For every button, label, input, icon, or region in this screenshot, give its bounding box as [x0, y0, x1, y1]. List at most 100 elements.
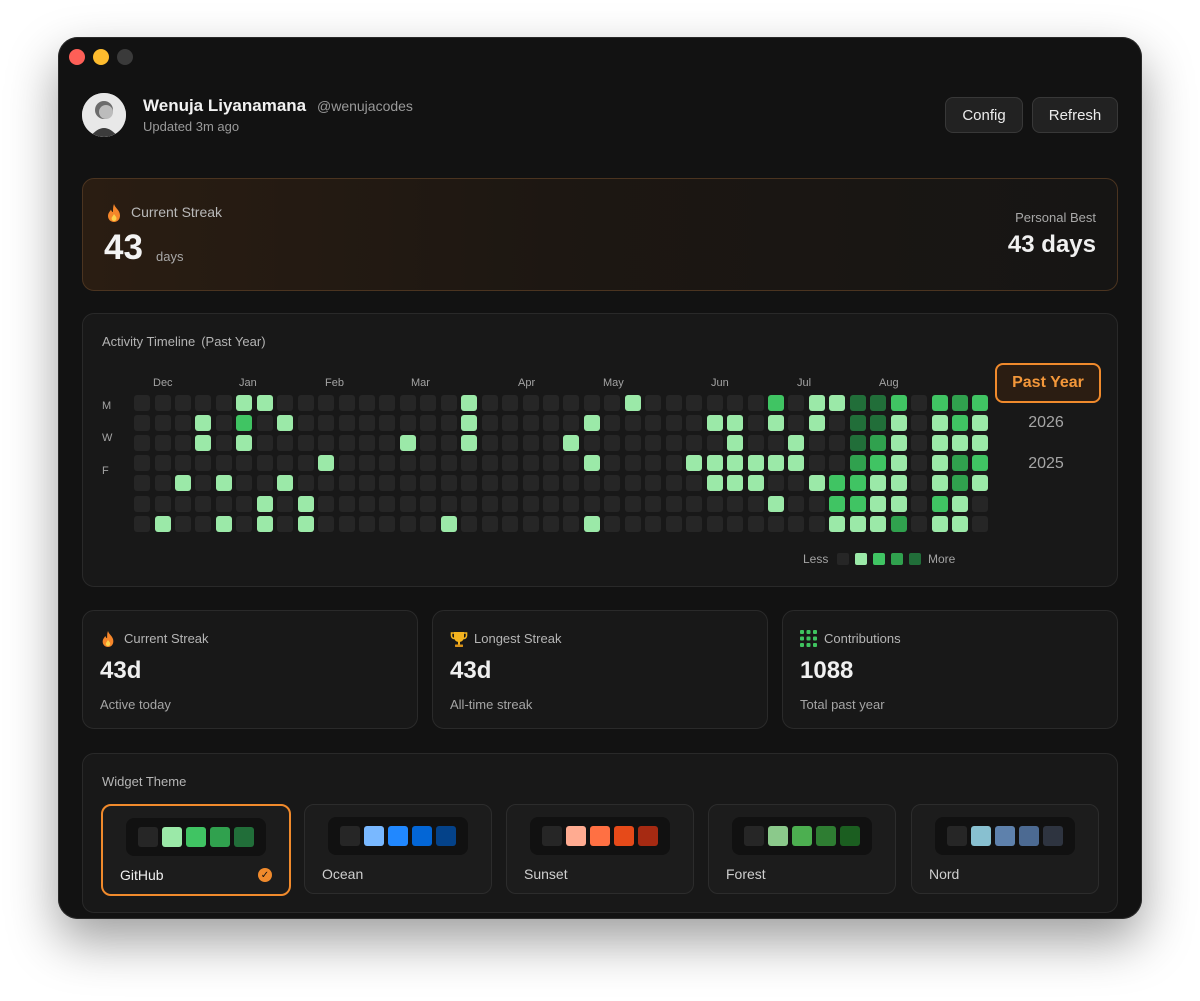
heatmap-cell — [624, 415, 641, 432]
heatmap-cell — [645, 415, 662, 432]
config-button[interactable]: Config — [945, 97, 1023, 133]
heatmap-cell — [849, 435, 866, 452]
heatmap-cell — [890, 455, 907, 472]
legend-swatch — [855, 553, 867, 565]
heatmap-cell — [502, 455, 519, 472]
heatmap-cell — [604, 495, 621, 512]
heatmap-cell — [870, 415, 887, 432]
swatch — [436, 826, 456, 846]
swatch — [638, 826, 658, 846]
heatmap-cell — [461, 435, 478, 452]
heatmap-cell — [665, 435, 682, 452]
widget-theme-title: Widget Theme — [102, 774, 187, 789]
heatmap-cell — [420, 455, 437, 472]
minimize-window-button[interactable] — [93, 49, 109, 65]
heatmap-cell — [379, 495, 396, 512]
heatmap-cell — [440, 515, 457, 532]
heatmap-cell — [338, 395, 355, 411]
heatmap-cell — [256, 415, 273, 432]
heatmap-cell — [154, 395, 171, 411]
theme-option-nord[interactable]: Nord — [911, 804, 1099, 894]
heatmap-cell — [747, 395, 764, 411]
heatmap-cell — [972, 495, 989, 512]
heatmap-cell — [911, 515, 928, 532]
contribution-heatmap: Dec Jan Feb Mar Apr May Jun Jul Aug M W … — [83, 314, 989, 586]
heatmap-cell — [583, 515, 600, 532]
heatmap-cell — [154, 435, 171, 452]
heatmap-cell — [277, 475, 294, 492]
heatmap-cell — [972, 515, 989, 532]
heatmap-cell — [134, 395, 150, 411]
heatmap-cell — [215, 495, 232, 512]
legend-less-label: Less — [803, 552, 829, 566]
theme-option-forest[interactable]: Forest — [708, 804, 896, 894]
theme-option-sunset[interactable]: Sunset — [506, 804, 694, 894]
heatmap-cell — [686, 475, 703, 492]
heatmap-cell — [665, 515, 682, 532]
heatmap-cell — [931, 455, 948, 472]
maximize-window-button[interactable] — [117, 49, 133, 65]
heatmap-cell — [256, 515, 273, 532]
heatmap-cell — [563, 455, 580, 472]
heatmap-cell — [952, 475, 968, 492]
heatmap-cell — [808, 475, 825, 492]
heatmap-cell — [297, 415, 314, 432]
stat-card-contributions: Contributions 1088 Total past year — [782, 610, 1118, 729]
heatmap-cell — [338, 475, 355, 492]
close-window-button[interactable] — [69, 49, 85, 65]
heatmap-cell — [645, 435, 662, 452]
heatmap-cell — [440, 495, 457, 512]
range-2026[interactable]: 2026 — [995, 405, 1097, 441]
heatmap-cell — [808, 515, 825, 532]
month-label: Mar — [411, 377, 430, 389]
range-2025[interactable]: 2025 — [995, 446, 1097, 482]
heatmap-cell — [502, 475, 519, 492]
heatmap-cell — [522, 455, 539, 472]
heatmap-cell — [481, 415, 498, 432]
month-label: May — [603, 377, 624, 389]
heatmap-cell — [277, 395, 294, 411]
theme-option-github[interactable]: GitHub ✓ — [101, 804, 291, 896]
heatmap-cell — [808, 455, 825, 472]
heatmap-cell — [256, 495, 273, 512]
heatmap-cell — [952, 395, 968, 411]
heatmap-cell — [931, 495, 948, 512]
heatmap-cell — [890, 495, 907, 512]
heatmap-cell — [686, 495, 703, 512]
heatmap-cell — [420, 435, 437, 452]
heatmap-cell — [358, 415, 375, 432]
heatmap-cell — [440, 395, 457, 411]
heatmap-cell — [563, 415, 580, 432]
heatmap-cell — [972, 435, 989, 452]
heatmap-cell — [604, 515, 621, 532]
refresh-button[interactable]: Refresh — [1032, 97, 1118, 133]
heatmap-cell — [727, 475, 743, 492]
heatmap-cell — [911, 455, 928, 472]
heatmap-cell — [808, 395, 825, 411]
heatmap-cell — [767, 455, 784, 472]
swatch — [768, 826, 788, 846]
heatmap-cell — [236, 495, 253, 512]
heatmap-cell — [767, 475, 784, 492]
heatmap-cell — [481, 435, 498, 452]
legend-more-label: More — [928, 552, 956, 566]
heatmap-cell — [583, 455, 600, 472]
heatmap-cell — [399, 435, 416, 452]
heatmap-cell — [134, 475, 150, 492]
activity-timeline-card: Activity Timeline (Past Year) Dec Jan Feb… — [82, 313, 1118, 587]
heatmap-cell — [972, 395, 989, 411]
heatmap-cell — [134, 435, 150, 452]
heatmap-cell — [604, 475, 621, 492]
theme-option-ocean[interactable]: Ocean — [304, 804, 492, 894]
user-name: Wenuja Liyanamana — [143, 96, 307, 115]
swatch — [995, 826, 1015, 846]
heatmap-cell — [358, 475, 375, 492]
heatmap-cell — [788, 515, 805, 532]
heatmap-cell — [583, 435, 600, 452]
heatmap-cell — [686, 395, 703, 411]
heatmap-cell — [174, 395, 191, 411]
heatmap-cell — [931, 395, 948, 411]
range-past-year[interactable]: Past Year — [995, 363, 1101, 403]
stat-description: Active today — [100, 697, 171, 712]
checkmark-icon: ✓ — [258, 868, 272, 882]
